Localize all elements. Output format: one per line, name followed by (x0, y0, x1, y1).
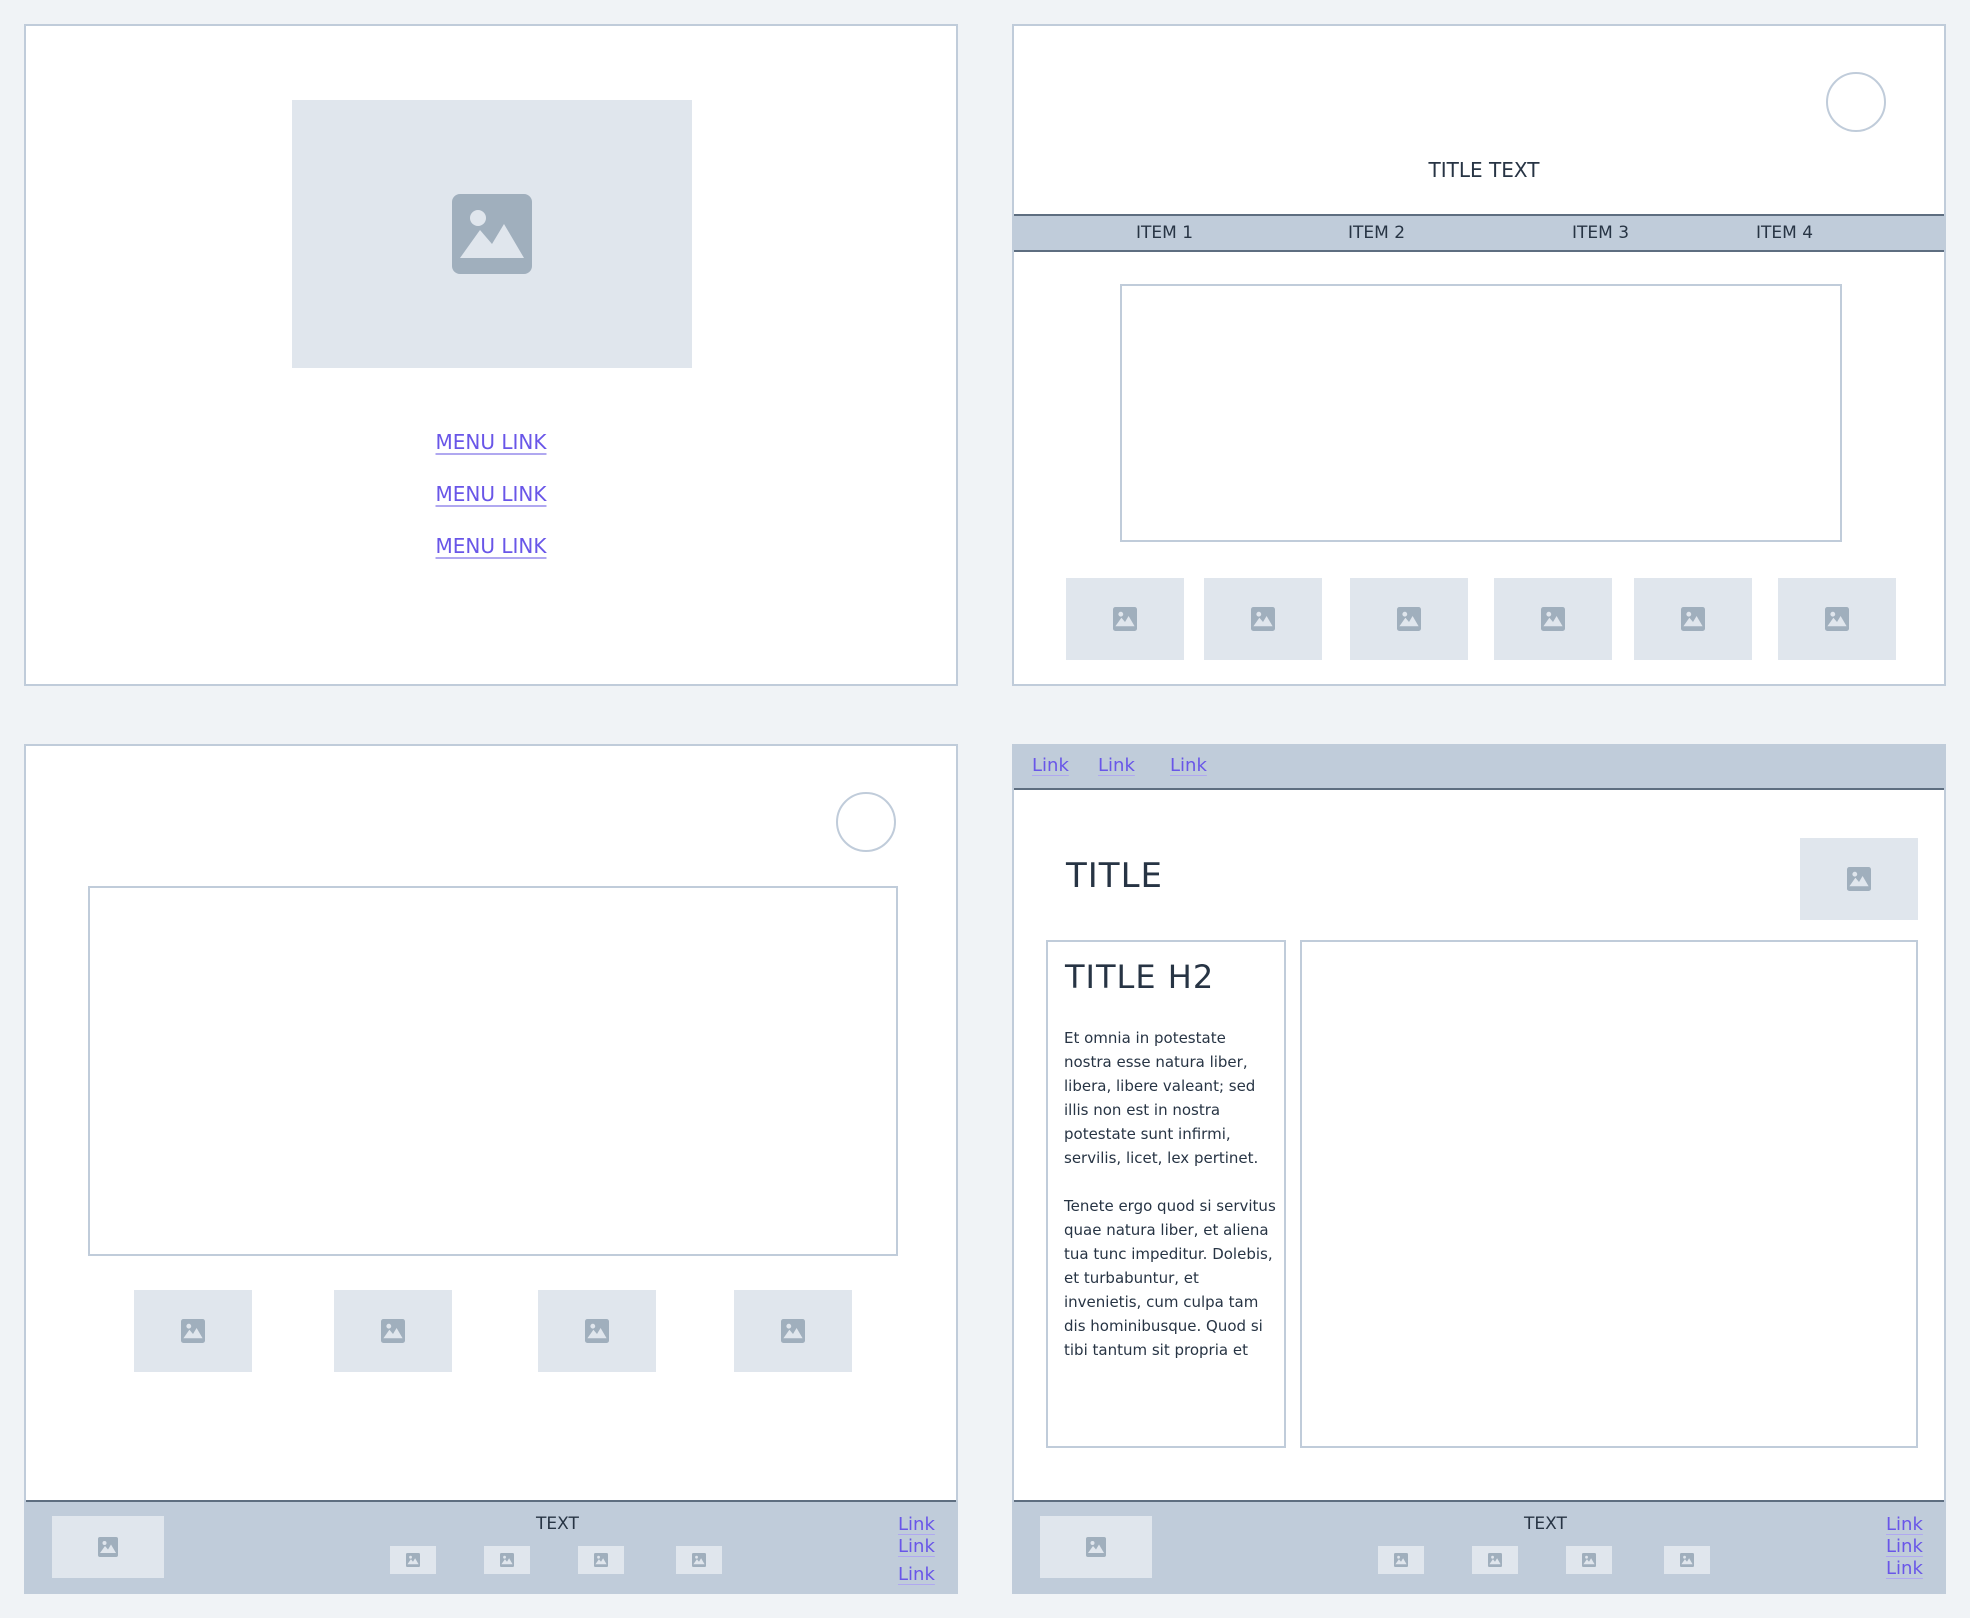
image-icon (1680, 1553, 1694, 1567)
thumbnail-placeholder (1350, 578, 1468, 660)
thumbnail-placeholder (1494, 578, 1612, 660)
paragraph: Tenete ergo quod si servitus quae natura… (1064, 1197, 1276, 1359)
image-icon (98, 1537, 118, 1557)
image-icon (1394, 1553, 1408, 1567)
footer-icon-placeholder (390, 1546, 436, 1574)
menu-link[interactable]: MENU LINK (436, 430, 547, 454)
image-icon (406, 1553, 420, 1567)
nav-item-2[interactable]: ITEM 2 (1348, 223, 1405, 243)
nav-item-3[interactable]: ITEM 3 (1572, 223, 1629, 243)
page-title: TITLE TEXT (1428, 158, 1540, 182)
content-area (1120, 284, 1842, 542)
thumbnail-placeholder (1204, 578, 1322, 660)
footer-icon-placeholder (1566, 1546, 1612, 1574)
page-title: TITLE (1066, 856, 1163, 896)
main-content-area (1300, 940, 1918, 1448)
top-link[interactable]: Link (1032, 755, 1069, 776)
nav-item-1[interactable]: ITEM 1 (1136, 223, 1193, 243)
thumbnail-placeholder (538, 1290, 656, 1372)
footer-icon-placeholder (1472, 1546, 1518, 1574)
avatar[interactable] (836, 792, 896, 852)
image-icon (452, 194, 532, 274)
footer-icon-placeholder (578, 1546, 624, 1574)
image-icon (585, 1319, 609, 1343)
image-icon (781, 1319, 805, 1343)
image-icon (1086, 1537, 1106, 1557)
menu-link[interactable]: MENU LINK (436, 482, 547, 506)
footer-icon-placeholder (1378, 1546, 1424, 1574)
footer-icon-placeholder (484, 1546, 530, 1574)
section-title: TITLE H2 (1065, 958, 1215, 996)
footer-link[interactable]: Link (898, 1536, 935, 1557)
image-icon (1582, 1553, 1596, 1567)
footer: TEXT Link Link Link (1014, 1500, 1944, 1592)
thumbnail-placeholder (734, 1290, 852, 1372)
image-icon (1681, 607, 1705, 631)
image-icon (1847, 867, 1871, 891)
footer-link[interactable]: Link (1886, 1558, 1923, 1579)
image-icon (500, 1553, 514, 1567)
wireframe-home-screen: TITLE TEXT ITEM 1 ITEM 2 ITEM 3 ITEM 4 (1012, 24, 1946, 686)
image-icon (1113, 607, 1137, 631)
footer-logo-placeholder (52, 1516, 164, 1578)
hero-image-placeholder (292, 100, 692, 368)
thumbnail-placeholder (1634, 578, 1752, 660)
thumbnail-placeholder (1066, 578, 1184, 660)
footer-text: TEXT (1524, 1514, 1567, 1534)
footer-icon-placeholder (676, 1546, 722, 1574)
top-link[interactable]: Link (1098, 755, 1135, 776)
wireframe-article-screen: Link Link Link TITLE TITLE H2 Et omnia i… (1012, 744, 1946, 1594)
nav-bar: ITEM 1 ITEM 2 ITEM 3 ITEM 4 (1014, 214, 1944, 252)
thumbnail-placeholder (1778, 578, 1896, 660)
footer-text: TEXT (536, 1514, 579, 1534)
thumbnail-placeholder (134, 1290, 252, 1372)
footer: TEXT Link Link Link (26, 1500, 956, 1592)
image-icon (1488, 1553, 1502, 1567)
footer-logo-placeholder (1040, 1516, 1152, 1578)
thumbnail-placeholder (334, 1290, 452, 1372)
image-icon (1251, 607, 1275, 631)
footer-link[interactable]: Link (898, 1564, 935, 1585)
footer-link[interactable]: Link (1886, 1536, 1923, 1557)
image-icon (692, 1553, 706, 1567)
image-icon (1825, 607, 1849, 631)
image-icon (181, 1319, 205, 1343)
image-icon (1397, 607, 1421, 631)
paragraph: Et omnia in potestate nostra esse natura… (1064, 1029, 1259, 1167)
menu-links: MENU LINK MENU LINK MENU LINK (26, 430, 956, 586)
avatar[interactable] (1826, 72, 1886, 132)
image-icon (1541, 607, 1565, 631)
image-icon (381, 1319, 405, 1343)
content-area (88, 886, 898, 1256)
image-icon (594, 1553, 608, 1567)
top-link[interactable]: Link (1170, 755, 1207, 776)
header-image-placeholder (1800, 838, 1918, 920)
top-link-bar: Link Link Link (1014, 746, 1944, 790)
wireframe-menu-screen: MENU LINK MENU LINK MENU LINK (24, 24, 958, 686)
nav-item-4[interactable]: ITEM 4 (1756, 223, 1813, 243)
sidebar-card: TITLE H2 Et omnia in potestate nostra es… (1046, 940, 1286, 1448)
footer-icon-placeholder (1664, 1546, 1710, 1574)
footer-link[interactable]: Link (898, 1514, 935, 1535)
wireframe-gallery-screen: TEXT Link Link Link (24, 744, 958, 1594)
footer-link[interactable]: Link (1886, 1514, 1923, 1535)
menu-link[interactable]: MENU LINK (436, 534, 547, 558)
